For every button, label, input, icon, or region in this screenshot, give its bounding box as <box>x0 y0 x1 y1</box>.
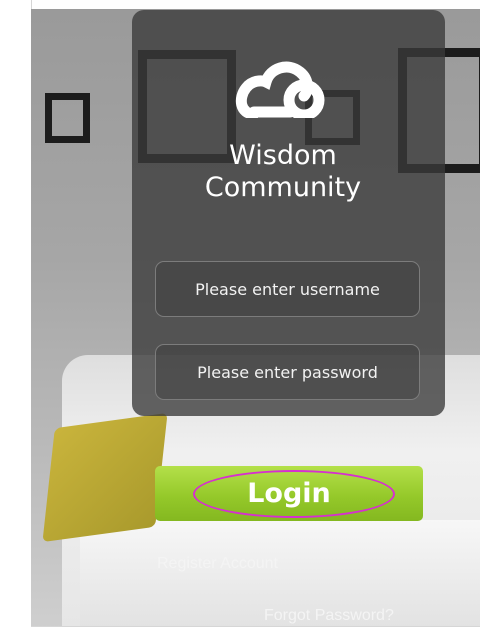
register-account-link[interactable]: Register Account <box>157 555 278 573</box>
login-button[interactable] <box>155 466 423 521</box>
wall-frame-decoration <box>45 93 90 143</box>
cloud-icon <box>235 61 325 118</box>
password-input[interactable] <box>155 344 420 400</box>
forgot-password-link[interactable]: Forgot Password? <box>264 607 394 625</box>
login-screen: Wisdom Community Login Register Account … <box>0 0 480 631</box>
username-input[interactable] <box>155 261 420 317</box>
app-title: Wisdom Community <box>204 140 362 203</box>
bottom-margin <box>31 626 480 631</box>
yellow-pillow <box>42 412 168 543</box>
left-margin <box>0 0 32 631</box>
